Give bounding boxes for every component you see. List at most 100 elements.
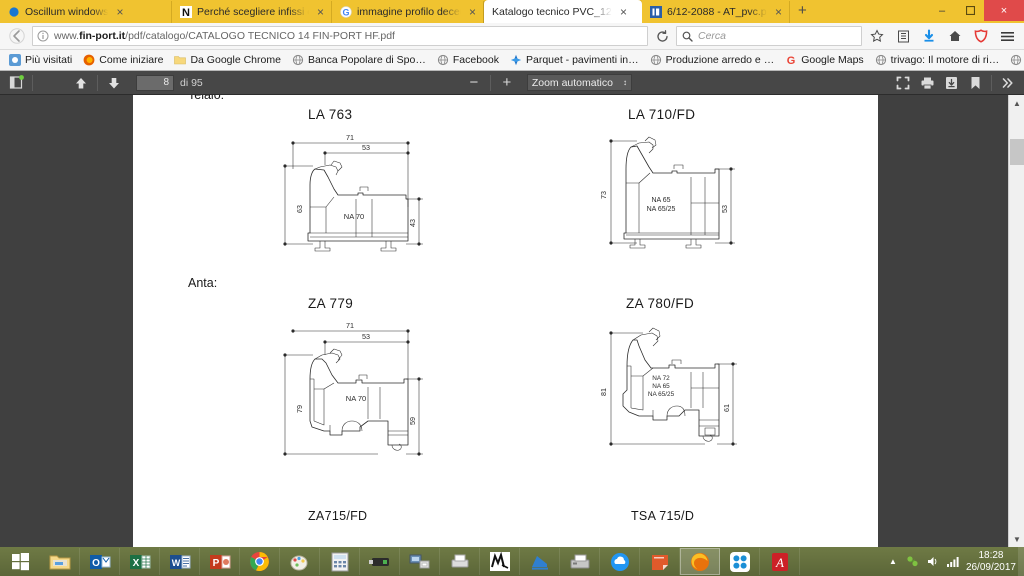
bookmark-item-0[interactable]: Più visitati — [4, 53, 77, 67]
close-window-button[interactable]: × — [984, 0, 1024, 21]
tab-close-icon[interactable]: × — [113, 6, 126, 18]
search-icon — [682, 31, 693, 42]
taskbar-acrobat-icon[interactable]: A — [760, 548, 800, 575]
dim-right-53: 53 — [720, 205, 729, 213]
page-number-input[interactable]: 8 — [136, 74, 174, 91]
taskbar-word-icon[interactable]: W — [160, 548, 200, 575]
windows-start-icon[interactable] — [0, 547, 40, 576]
globe-icon — [875, 54, 886, 66]
back-arrow-icon[interactable] — [6, 25, 28, 47]
search-input[interactable]: Cerca — [698, 30, 726, 42]
show-desktop-button[interactable] — [1018, 547, 1024, 576]
maximize-button[interactable] — [956, 0, 984, 21]
section-label-telaio: Telaio: — [188, 95, 225, 102]
browser-tab-5[interactable]: 6/12-2088 - AT_pvc.pdf × — [642, 1, 790, 23]
browser-tab-2[interactable]: N Perché scegliere infissi e ser… × — [172, 1, 332, 23]
bookmark-item-1[interactable]: Come iniziare — [78, 53, 168, 67]
new-tab-button[interactable]: + — [790, 3, 815, 20]
browser-tab-3[interactable]: G immagine profilo deceunin… × — [332, 1, 484, 23]
taskbar-sticky-notes-icon[interactable] — [640, 548, 680, 575]
browser-tab-1[interactable]: Oscillum windows × — [0, 1, 172, 23]
down-arrow-icon[interactable] — [102, 73, 126, 93]
taskbar-outlook-icon[interactable]: O — [80, 548, 120, 575]
presentation-mode-icon[interactable] — [891, 73, 915, 93]
inner-label-na6525: NA 65/25 — [647, 206, 676, 213]
taskbar-excel-icon[interactable]: X — [120, 548, 160, 575]
scrollbar-thumb[interactable] — [1010, 139, 1024, 165]
tab-close-icon[interactable]: × — [314, 6, 327, 18]
tab-close-icon[interactable]: × — [772, 6, 785, 18]
taskbar-onedrive-icon[interactable] — [600, 548, 640, 575]
network-sync-icon[interactable] — [906, 555, 920, 569]
show-hidden-icons-button[interactable]: ▲ — [886, 555, 900, 569]
tab-close-icon[interactable]: × — [617, 6, 630, 18]
bookmark-item-9[interactable]: Fir Italia - Rubinetterie… — [1005, 53, 1024, 67]
chevron-updown-icon: ↕ — [622, 78, 627, 87]
scroll-down-button[interactable]: ▼ — [1009, 531, 1024, 547]
bookmark-item-5[interactable]: Parquet - pavimenti in… — [505, 53, 644, 67]
bookmark-star-icon[interactable] — [866, 25, 888, 47]
bookmark-item-6[interactable]: Produzione arredo e … — [645, 53, 780, 67]
taskbar-paint-icon[interactable] — [280, 548, 320, 575]
url-bar[interactable]: www.fin-port.it/pdf/catalogo/CATALOGO TE… — [32, 26, 648, 46]
toolbar-separator — [32, 74, 33, 91]
browser-tab-4-active[interactable]: Katalogo tecnico PVC_122014 - … × — [484, 0, 642, 23]
signal-icon[interactable] — [946, 555, 960, 569]
pdf-viewer-area[interactable]: Telaio: LA 763 63 71 53 43 NA 70 LA 710/… — [0, 95, 1024, 547]
volume-icon[interactable] — [926, 555, 940, 569]
zoom-out-button[interactable]: − — [462, 73, 486, 93]
taskbar-usb-drive-icon[interactable] — [360, 548, 400, 575]
dim-left-79: 79 — [295, 405, 304, 413]
taskbar-magix-icon[interactable] — [480, 548, 520, 575]
sidebar-toggle-icon[interactable] — [4, 73, 28, 93]
browser-navigation-bar: www.fin-port.it/pdf/catalogo/CATALOGO TE… — [0, 23, 1024, 50]
bookmarks-bar: Più visitati Come iniziare Da Google Chr… — [0, 50, 1024, 71]
taskbar-scanner-icon[interactable] — [440, 548, 480, 575]
pdf-page-8: Telaio: LA 763 63 71 53 43 NA 70 LA 710/… — [133, 95, 878, 547]
taskbar-powerpoint-icon[interactable]: P — [200, 548, 240, 575]
minimize-button[interactable]: – — [928, 0, 956, 21]
tab-close-icon[interactable]: × — [466, 6, 479, 18]
profile-title-za715fd: ZA715/FD — [308, 509, 368, 523]
taskbar-firefox-icon[interactable] — [680, 548, 720, 575]
bookmark-item-7[interactable]: G Google Maps — [780, 53, 868, 67]
bookmark-item-3[interactable]: Banca Popolare di Spo… — [287, 53, 431, 67]
downloads-icon[interactable] — [918, 25, 940, 47]
library-icon[interactable] — [892, 25, 914, 47]
shield-icon[interactable] — [970, 25, 992, 47]
globe-icon — [437, 54, 448, 66]
svg-text:G: G — [787, 55, 796, 66]
dim-top-53: 53 — [362, 143, 370, 152]
taskbar-teamviewer-icon[interactable] — [720, 548, 760, 575]
taskbar-file-explorer-icon[interactable] — [40, 548, 80, 575]
taskbar-fax-icon[interactable] — [560, 548, 600, 575]
info-icon — [37, 30, 49, 42]
taskbar-design-tool-icon[interactable] — [520, 548, 560, 575]
scroll-up-button[interactable]: ▲ — [1009, 95, 1024, 111]
profile-title-za780fd: ZA 780/FD — [626, 296, 695, 311]
toolbar-separator — [97, 74, 98, 91]
bookmark-item-2[interactable]: Da Google Chrome — [169, 53, 285, 67]
download-icon[interactable] — [939, 73, 963, 93]
taskbar-calculator-icon[interactable] — [320, 548, 360, 575]
vertical-scrollbar[interactable]: ▲ ▼ — [1008, 95, 1024, 547]
taskbar-chrome-icon[interactable] — [240, 548, 280, 575]
bookmark-item-4[interactable]: Facebook — [432, 53, 504, 67]
bookmark-item-8[interactable]: trivago: Il motore di ri… — [870, 53, 1005, 67]
reload-icon[interactable] — [652, 26, 672, 46]
taskbar-clock[interactable]: 18:28 26/09/2017 — [966, 550, 1016, 574]
zoom-in-button[interactable]: + — [495, 73, 519, 93]
search-bar[interactable]: Cerca — [676, 26, 862, 46]
bookmark-icon[interactable] — [963, 73, 987, 93]
home-icon[interactable] — [944, 25, 966, 47]
menu-icon[interactable] — [996, 25, 1018, 47]
print-icon[interactable] — [915, 73, 939, 93]
up-arrow-icon[interactable] — [69, 73, 93, 93]
profile-drawing-za779: 79 71 53 59 NA 70 — [268, 317, 428, 465]
pdf-blue-icon — [650, 6, 662, 18]
inner-label-na72: NA 72 — [652, 375, 670, 382]
svg-text:X: X — [132, 558, 139, 569]
more-tools-icon[interactable] — [996, 73, 1020, 93]
taskbar-printer-monitor-icon[interactable] — [400, 548, 440, 575]
zoom-level-select[interactable]: Zoom automatico ↕ — [526, 74, 632, 91]
